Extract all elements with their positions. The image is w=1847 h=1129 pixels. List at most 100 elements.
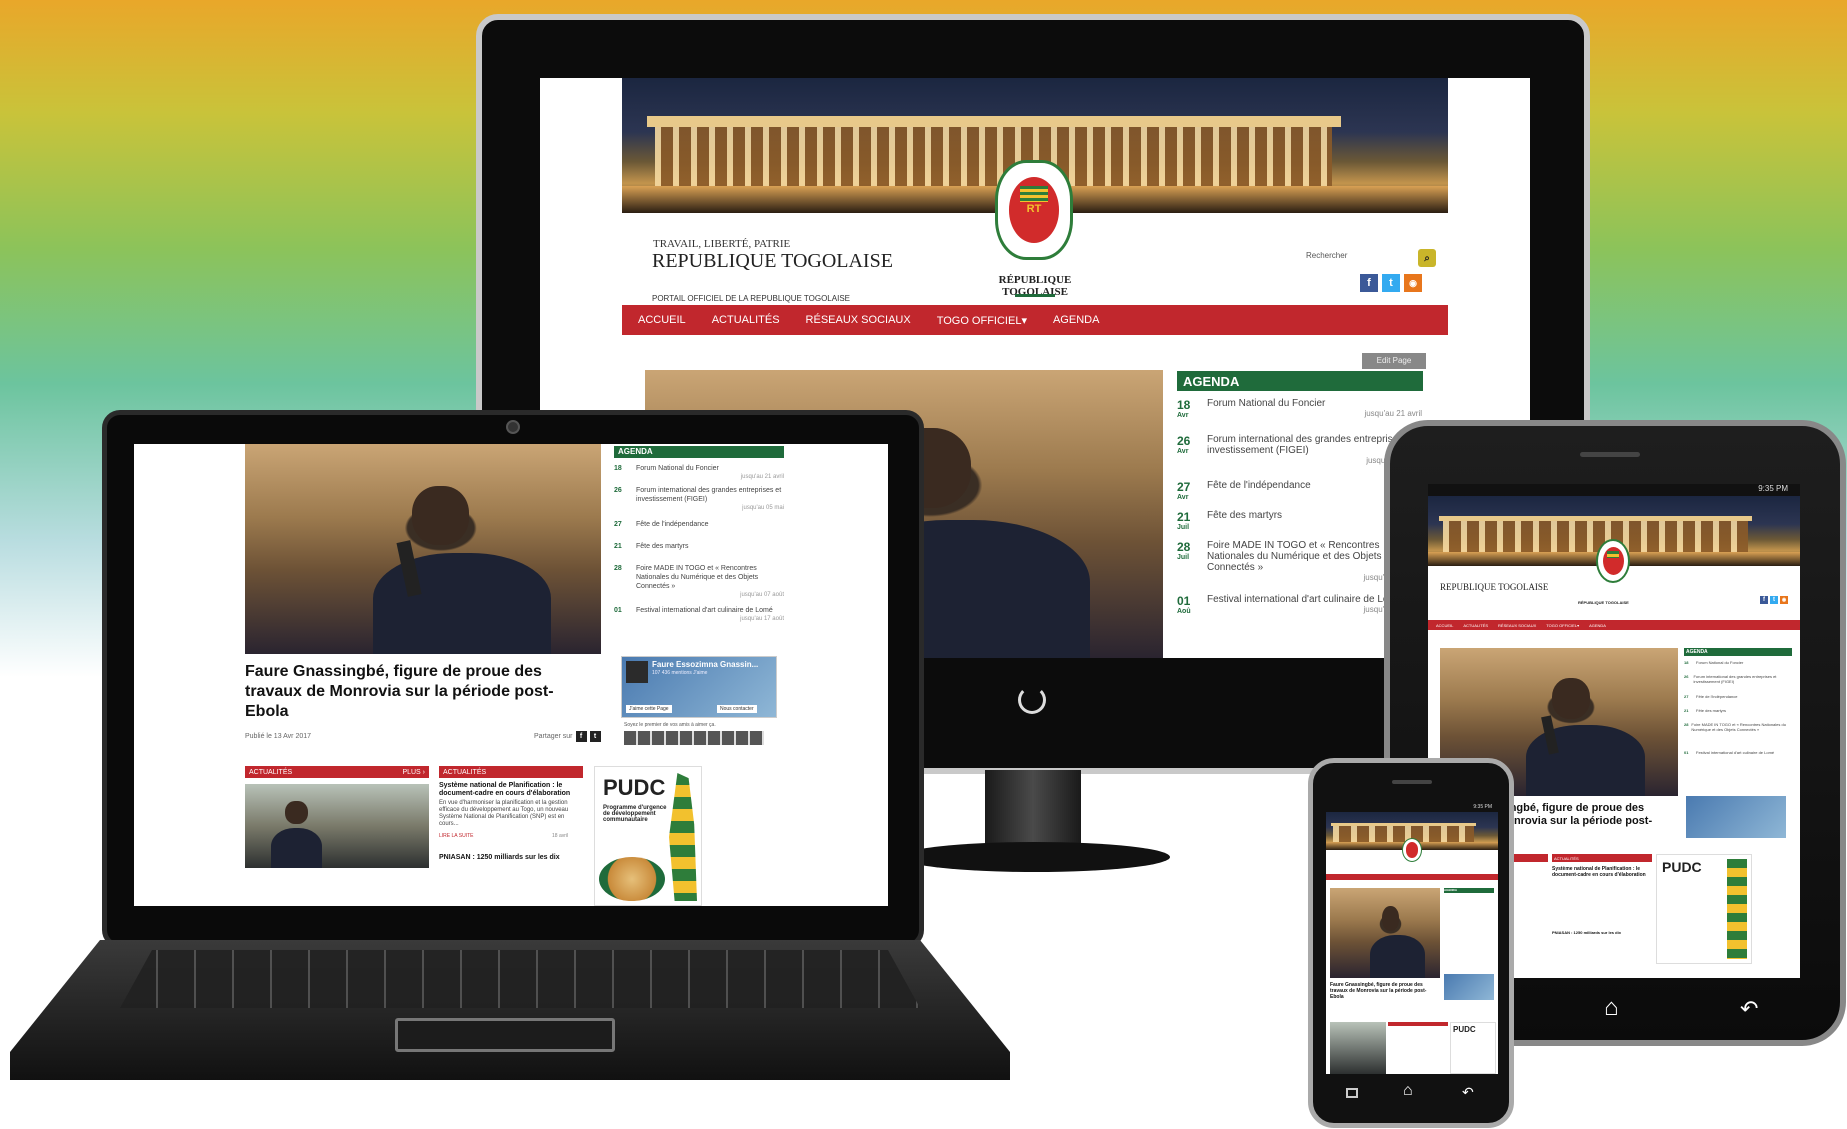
event-title: Forum National du Foncier xyxy=(1207,398,1326,409)
agenda-item[interactable]: 26 Forum international des grandes entrep… xyxy=(614,486,784,520)
event-month: Aoû xyxy=(1177,608,1191,615)
event-day: 21 xyxy=(614,543,622,550)
twitter-icon[interactable]: t xyxy=(1382,274,1400,292)
laptop-keyboard xyxy=(120,950,920,1008)
fb-like-button[interactable]: J'aime cette Page xyxy=(626,705,672,713)
phone-headline-title[interactable]: Faure Gnassingbé, figure de proue des tr… xyxy=(1330,982,1438,1000)
pudc-title: PUDC xyxy=(1453,1025,1476,1034)
actualites-photo[interactable] xyxy=(245,784,429,868)
rss-icon[interactable]: ◉ xyxy=(1404,274,1422,292)
event-day: 21 xyxy=(1684,708,1689,713)
agenda-item[interactable]: 21 Fête des martyrs xyxy=(614,542,784,564)
tablet-story2[interactable]: PNIASAN : 1250 milliards sur les dix xyxy=(1552,930,1648,935)
tablet-crest-caption: RÉPUBLIQUE TOGOLAISE xyxy=(1578,600,1629,605)
actualites-date: 18 avril xyxy=(552,833,569,839)
nav-reseaux[interactable]: RÉSEAUX SOCIAUX xyxy=(1498,623,1536,628)
tablet-fb-widget[interactable] xyxy=(1686,796,1786,838)
nav-actualites[interactable]: ACTUALITÉS xyxy=(1463,623,1488,628)
search-input[interactable]: Rechercher xyxy=(1300,248,1420,266)
laptop-share: Partager sur f t xyxy=(534,731,601,742)
laptop-trackpad[interactable] xyxy=(395,1018,615,1052)
agenda-item[interactable]: 28 Foire MADE IN TOGO et « Rencontres Nat… xyxy=(614,564,784,606)
motto: TRAVAIL, LIBERTÉ, PATRIE xyxy=(653,238,791,250)
event-title: Festival international d'art culinaire d… xyxy=(1696,750,1775,755)
facebook-widget[interactable]: Faure Essozimna Gnassin... 107 436 menti… xyxy=(621,656,777,718)
event-title: Fête des martyrs xyxy=(636,543,689,550)
nav-agenda[interactable]: AGENDA xyxy=(1589,623,1606,628)
actualites-story-body: En vue d'harmoniser la planification et … xyxy=(439,800,569,827)
nav-togo-officiel[interactable]: TOGO OFFICIEL▾ xyxy=(937,314,1027,327)
agenda-item[interactable]: 18 Forum National du Foncier xyxy=(1684,660,1792,674)
fb-contact-button[interactable]: Nous contacter xyxy=(717,705,757,713)
phone-home-icon[interactable]: ⌂ xyxy=(1403,1082,1413,1100)
pudc-banner[interactable]: PUDC Programme d'urgence de développemen… xyxy=(594,766,702,906)
agenda-item[interactable]: 26 Forum international des grandes entrep… xyxy=(1684,674,1792,694)
event-title: Fête de l'indépendance xyxy=(1696,694,1738,699)
rss-icon[interactable]: ◉ xyxy=(1780,596,1788,604)
phone-screen: 9:35 PM Faure Gnassingbé, figure de prou… xyxy=(1326,804,1498,1074)
laptop-headline-photo[interactable] xyxy=(245,444,601,654)
agenda-item[interactable]: 21 Fête des martyrs xyxy=(1684,708,1792,722)
nav-accueil[interactable]: ACCUEIL xyxy=(1436,623,1453,628)
tablet-back-icon[interactable]: ↶ xyxy=(1740,996,1758,1022)
agenda-item[interactable]: 28 Foire MADE IN TOGO et « Rencontres Nat… xyxy=(1684,722,1792,750)
agenda-item[interactable]: 18 Forum National du Foncier jusqu'au 21 a… xyxy=(614,464,784,486)
facebook-icon[interactable]: f xyxy=(1360,274,1378,292)
site-subtitle: PORTAIL OFFICIEL DE LA REPUBLIQUE TOGOLA… xyxy=(652,294,850,303)
agenda-item[interactable]: 01 Festival international d'art culinaire… xyxy=(1684,750,1792,766)
nav-togo-officiel[interactable]: TOGO OFFICIEL▾ xyxy=(1546,623,1579,628)
tablet-story-title[interactable]: Système national de Planification : le d… xyxy=(1552,866,1648,878)
crest-underline xyxy=(1015,294,1055,297)
event-month: Juil xyxy=(1177,524,1190,531)
laptop-screen: Faure Gnassingbé, figure de proue des tr… xyxy=(134,444,888,906)
laptop-headline-title[interactable]: Faure Gnassingbé, figure de proue des tr… xyxy=(245,662,590,722)
tablet-home-icon[interactable]: ⌂ xyxy=(1604,994,1619,1022)
twitter-icon[interactable]: t xyxy=(589,731,601,742)
twitter-icon[interactable]: t xyxy=(1770,596,1778,604)
agenda-item[interactable]: 01 Festival international d'art culinaire… xyxy=(614,606,784,636)
event-day: 18 xyxy=(614,465,622,472)
agenda-item[interactable]: 27 Fête de l'indépendance xyxy=(614,520,784,542)
phone-back-icon[interactable]: ↶ xyxy=(1462,1084,1474,1101)
read-more-link[interactable]: LIRE LA SUITE xyxy=(439,833,473,839)
agenda-item[interactable]: 18 Avr Forum National du Foncier jusqu'au … xyxy=(1177,398,1422,434)
laptop-camera xyxy=(506,420,520,434)
event-until: jusqu'au 21 avril xyxy=(1364,409,1422,418)
fb-avatar xyxy=(626,661,648,683)
phone-actualites-photo[interactable] xyxy=(1330,1022,1386,1074)
actualites-more-link[interactable]: PLUS › xyxy=(402,769,425,776)
agenda-item[interactable]: 27 Fête de l'indépendance xyxy=(1684,694,1792,708)
nav-reseaux[interactable]: RÉSEAUX SOCIAUX xyxy=(806,314,911,326)
nav-accueil[interactable]: ACCUEIL xyxy=(638,314,686,326)
event-month: Juil xyxy=(1177,554,1190,561)
tablet-actualites-bar-2: ACTUALITÉS xyxy=(1552,854,1652,862)
event-day: 18 xyxy=(1177,398,1191,412)
event-title: Fête des martyrs xyxy=(1696,708,1727,713)
nav-agenda[interactable]: AGENDA xyxy=(1053,314,1099,326)
agenda-title: AGENDA xyxy=(1177,371,1423,391)
pudc-body: Programme d'urgence de développement com… xyxy=(603,805,667,823)
event-day: 28 xyxy=(1177,540,1191,554)
site-name: REPUBLIQUE TOGOLAISE xyxy=(652,250,893,272)
event-day: 27 xyxy=(614,521,622,528)
laptop-agenda-title: AGENDA xyxy=(614,446,784,458)
actualites-story2[interactable]: PNIASAN : 1250 milliards sur les dix xyxy=(439,854,581,861)
event-day: 01 xyxy=(614,607,622,614)
phone-fb-widget[interactable] xyxy=(1444,974,1494,1000)
power-icon[interactable] xyxy=(1018,686,1046,714)
nav-actualites[interactable]: ACTUALITÉS xyxy=(712,314,780,326)
phone-recent-icon[interactable] xyxy=(1346,1088,1358,1098)
phone-headline-photo[interactable] xyxy=(1330,888,1440,978)
phone-pudc[interactable]: PUDC xyxy=(1450,1022,1496,1074)
togo-map-icon xyxy=(1727,859,1747,959)
event-day: 21 xyxy=(1177,510,1191,524)
tablet-speaker xyxy=(1580,452,1640,457)
edit-page-button[interactable]: Edit Page xyxy=(1362,353,1426,369)
actualites-story-title[interactable]: Système national de Planification : le d… xyxy=(439,782,581,798)
facebook-icon[interactable]: f xyxy=(1760,596,1768,604)
facebook-icon[interactable]: f xyxy=(575,731,587,742)
fb-friends: Soyez le premier de vos amis à aimer ça. xyxy=(624,722,716,728)
tablet-pudc[interactable]: PUDC xyxy=(1656,854,1752,964)
search-icon[interactable]: ⌕ xyxy=(1418,249,1436,267)
main-nav: ACCUEIL ACTUALITÉS RÉSEAUX SOCIAUX TOGO … xyxy=(622,305,1448,335)
